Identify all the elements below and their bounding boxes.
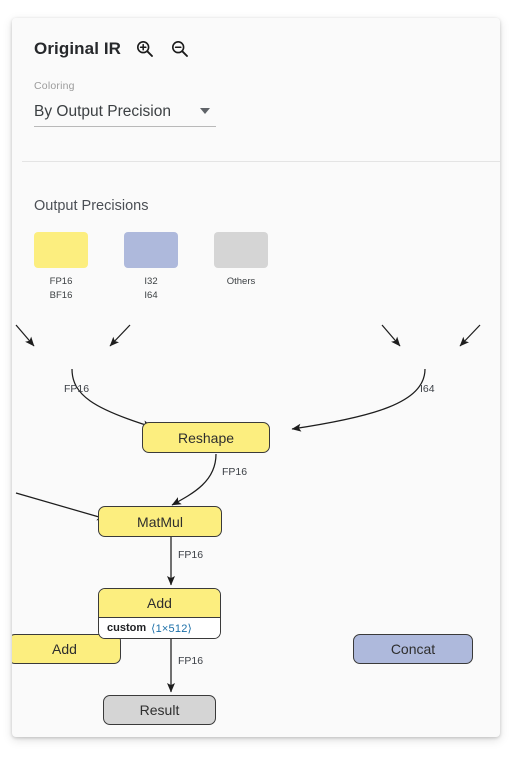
coloring-select[interactable]: By Output Precision: [34, 97, 216, 127]
attribute-key: custom: [107, 622, 147, 634]
legend-label: I64: [144, 290, 158, 301]
legend-item-fp16: FP16 BF16: [34, 232, 88, 303]
zoom-out-icon[interactable]: [169, 38, 191, 60]
graph-node-result[interactable]: Result: [103, 695, 216, 725]
page-title: Original IR: [34, 39, 122, 58]
legend-swatch-fp16: [34, 232, 88, 268]
legend-labels-others: Others: [214, 275, 268, 289]
legend-section: Output Precisions FP16 BF16 I32 I64 Othe…: [12, 162, 500, 313]
graph-node-matmul[interactable]: MatMul: [98, 506, 222, 537]
legend-label: FP16: [49, 276, 73, 287]
graph-node-label: Concat: [390, 641, 436, 657]
legend-item-i32: I32 I64: [124, 232, 178, 303]
attribute-value: ⟨1×512⟩: [151, 622, 193, 635]
graph-canvas[interactable]: Add Concat Reshape MatMul Add custom ⟨1×…: [12, 313, 500, 737]
zoom-in-icon[interactable]: [134, 38, 156, 60]
legend-swatch-i32: [124, 232, 178, 268]
legend-labels-i32: I32 I64: [124, 275, 178, 303]
legend-swatch-others: [214, 232, 268, 268]
chevron-down-icon: [200, 108, 210, 114]
graph-node-label: Add: [147, 595, 172, 611]
legend-label: BF16: [49, 290, 73, 301]
graph-node-label: MatMul: [137, 513, 183, 530]
legend-label: I32: [144, 276, 158, 287]
graph-node-label: Reshape: [177, 429, 235, 446]
coloring-label: Coloring: [34, 80, 75, 92]
graph-edges: [15, 324, 481, 693]
legend-labels-fp16: FP16 BF16: [34, 275, 88, 303]
graph-node-concat[interactable]: Concat: [353, 634, 473, 664]
title-row: Original IR: [34, 38, 191, 60]
graph-node-add-bias[interactable]: Add custom ⟨1×512⟩: [98, 588, 221, 639]
legend-item-others: Others: [214, 232, 268, 289]
legend-title: Output Precisions: [34, 198, 149, 214]
coloring-selected-value: By Output Precision: [34, 102, 171, 120]
panel-header: Original IR Coloring By Output Precision: [12, 18, 500, 161]
graph-node-attribute-row: custom ⟨1×512⟩: [99, 618, 220, 638]
graph-node-reshape[interactable]: Reshape: [142, 422, 270, 453]
original-ir-panel: Original IR Coloring By Output Precision…: [12, 18, 500, 737]
graph-node-header: Add: [99, 589, 220, 618]
graph-node-label: Result: [139, 702, 180, 718]
legend-label: Others: [226, 276, 256, 287]
graph-node-label: Add: [52, 641, 77, 657]
